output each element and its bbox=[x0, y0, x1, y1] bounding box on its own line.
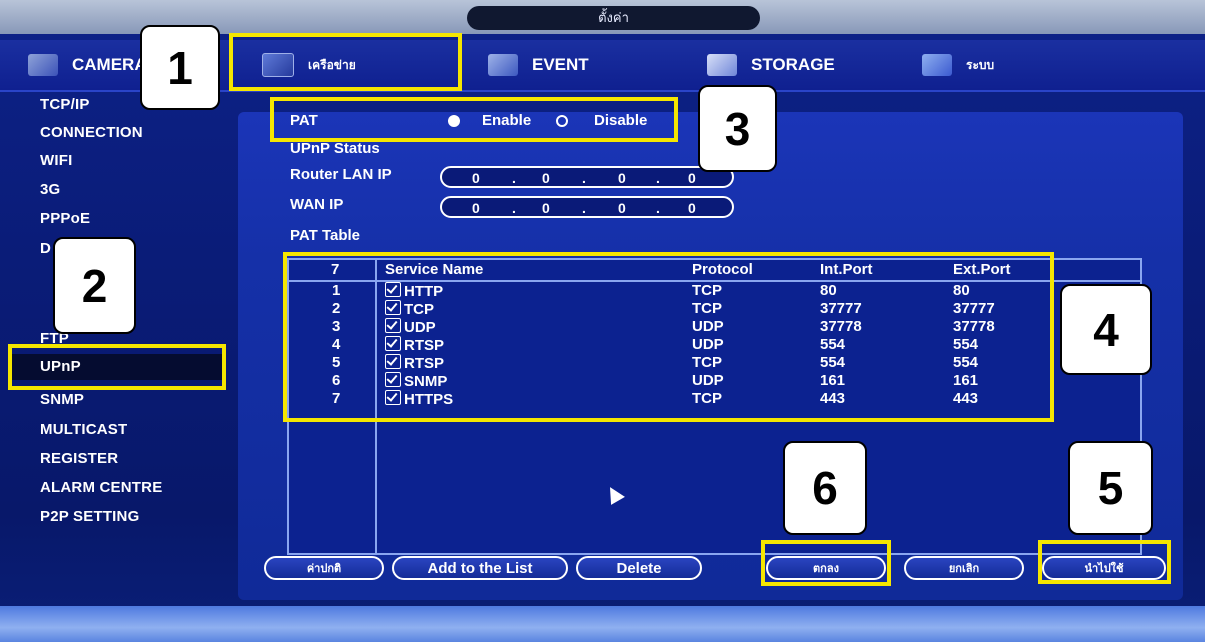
highlight-pat-option bbox=[270, 97, 678, 142]
sidebar-item-3g[interactable]: 3G bbox=[40, 177, 60, 203]
default-button[interactable]: ค่าปกติ bbox=[264, 556, 384, 580]
event-icon bbox=[488, 54, 518, 76]
tab-system[interactable]: ระบบ bbox=[922, 48, 994, 82]
sidebar-item-tcpip[interactable]: TCP/IP bbox=[40, 92, 90, 118]
sidebar-item-snmp[interactable]: SNMP bbox=[40, 387, 84, 413]
sidebar-item-wifi[interactable]: WIFI bbox=[40, 148, 72, 174]
router-lan-ip-label: Router LAN IP bbox=[290, 166, 392, 183]
wan-ip-input[interactable]: 0 . 0 . 0 . 0 bbox=[440, 196, 734, 218]
system-icon bbox=[922, 54, 952, 76]
bottom-status-strip bbox=[0, 606, 1205, 642]
tab-event-label: EVENT bbox=[532, 55, 589, 74]
camera-icon bbox=[28, 54, 58, 76]
tab-system-label: ระบบ bbox=[966, 57, 995, 72]
window-title: ตั้งค่า bbox=[467, 6, 760, 30]
callout-6: 6 bbox=[783, 441, 867, 535]
callout-3: 3 bbox=[698, 85, 777, 172]
callout-4: 4 bbox=[1060, 284, 1152, 375]
pat-table-label: PAT Table bbox=[290, 227, 361, 244]
sidebar-item-multicast[interactable]: MULTICAST bbox=[40, 417, 127, 443]
tab-camera-label: CAMERA bbox=[72, 55, 147, 74]
highlight-network-tab bbox=[229, 33, 462, 91]
sidebar-item-alarm-centre[interactable]: ALARM CENTRE bbox=[40, 475, 162, 501]
tab-storage-label: STORAGE bbox=[751, 55, 835, 74]
upnp-status-label: UPnP Status bbox=[290, 140, 380, 157]
callout-5: 5 bbox=[1068, 441, 1153, 535]
wan-ip-label: WAN IP bbox=[290, 196, 344, 213]
highlight-ok-button bbox=[761, 540, 891, 586]
sidebar-item-connection[interactable]: CONNECTION bbox=[40, 120, 143, 146]
highlight-pat-table bbox=[283, 252, 1054, 422]
dvr-screen: ตั้งค่า CAMERA เครือข่าย EVENT STORAGE ร… bbox=[0, 0, 1205, 642]
highlight-upnp-item bbox=[8, 344, 226, 390]
storage-icon bbox=[707, 54, 737, 76]
delete-button[interactable]: Delete bbox=[576, 556, 702, 580]
sidebar-item-pppoe[interactable]: PPPoE bbox=[40, 206, 90, 232]
sidebar-item-p2p-setting[interactable]: P2P SETTING bbox=[40, 504, 139, 530]
callout-2: 2 bbox=[53, 237, 136, 334]
tab-storage[interactable]: STORAGE bbox=[707, 48, 835, 82]
router-lan-ip-input[interactable]: 0 . 0 . 0 . 0 bbox=[440, 166, 734, 188]
tab-camera[interactable]: CAMERA bbox=[28, 48, 147, 82]
sidebar-item-ddns[interactable]: D bbox=[40, 236, 51, 262]
cancel-button[interactable]: ยกเลิก bbox=[904, 556, 1024, 580]
tab-event[interactable]: EVENT bbox=[488, 48, 589, 82]
callout-1: 1 bbox=[140, 25, 220, 110]
highlight-apply-button bbox=[1038, 540, 1171, 584]
add-to-list-button[interactable]: Add to the List bbox=[392, 556, 568, 580]
sidebar-item-register[interactable]: REGISTER bbox=[40, 446, 118, 472]
